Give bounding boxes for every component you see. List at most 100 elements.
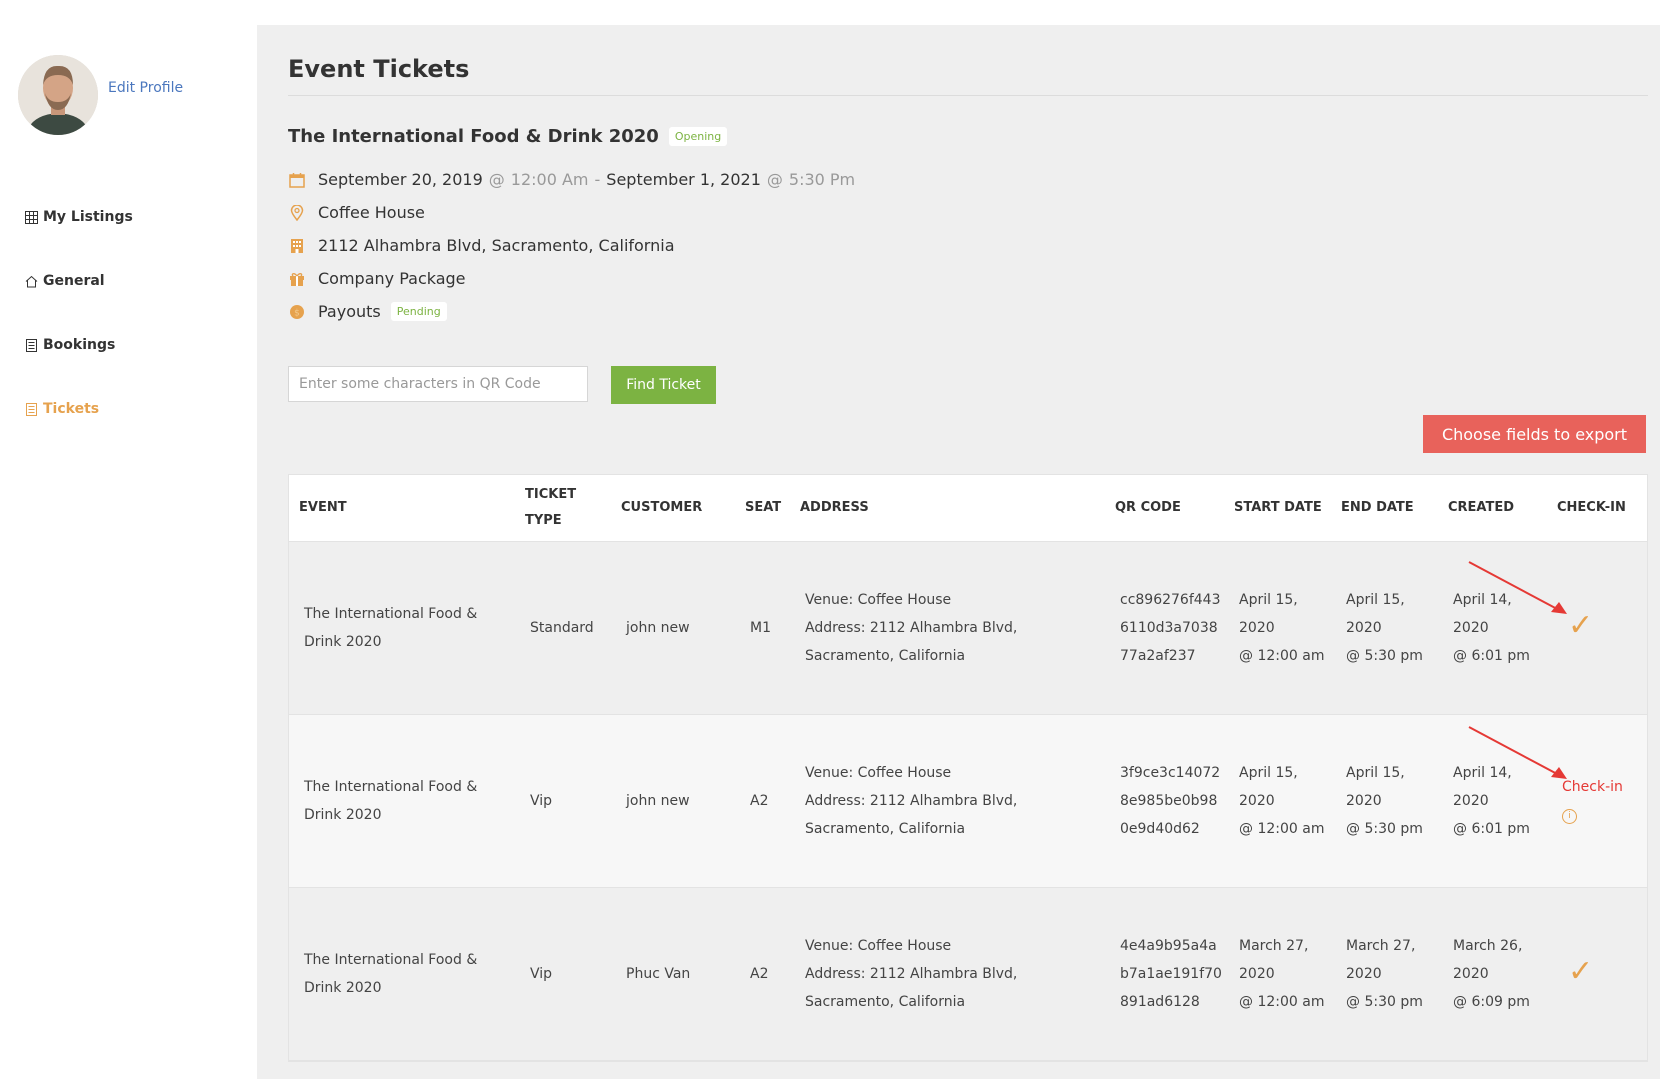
- qr-code-cell: 4e4a9b95a4ab7a1ae191f70891ad6128: [1120, 938, 1222, 1010]
- checkmark-icon: ✓: [1568, 607, 1594, 643]
- address-line: Address: 2112 Alhambra Blvd, Sacramento,…: [805, 620, 1018, 664]
- address-cell: Venue: Coffee House Address: 2112 Alhamb…: [790, 932, 1105, 1016]
- start-date-value: April 15, 2020: [1239, 592, 1298, 636]
- start-date-value: April 15, 2020: [1239, 765, 1298, 809]
- check-in-cell: ✓: [1547, 610, 1647, 645]
- end-date-value: March 27, 2020: [1346, 938, 1416, 982]
- coin-icon: $: [288, 303, 306, 321]
- event-package-row: Company Package: [288, 262, 855, 295]
- end-date-value: April 15, 2020: [1346, 592, 1405, 636]
- created-cell: April 14, 2020 @ 6:01 pm: [1438, 586, 1547, 670]
- column-header-check-in[interactable]: CHECK-IN: [1547, 495, 1647, 521]
- home-icon: [23, 273, 39, 289]
- start-date: September 20, 2019: [318, 170, 483, 189]
- sidebar-item-tickets[interactable]: Tickets: [23, 397, 133, 421]
- seat-cell: M1: [750, 620, 771, 636]
- address-cell: Venue: Coffee House Address: 2112 Alhamb…: [790, 759, 1105, 843]
- main-content: Event Tickets The International Food & D…: [257, 25, 1660, 1079]
- address-venue: Venue: Coffee House: [805, 765, 952, 781]
- sidebar-item-general[interactable]: General: [23, 269, 133, 293]
- column-header-qr-code[interactable]: QR CODE: [1105, 495, 1224, 521]
- svg-text:$: $: [294, 308, 300, 318]
- qr-code-cell: 3f9ce3c140728e985be0b980e9d40d62: [1120, 765, 1221, 837]
- event-package: Company Package: [318, 269, 466, 288]
- column-header-ticket-type[interactable]: TICKET TYPE: [515, 482, 611, 534]
- seat-cell: A2: [750, 793, 769, 809]
- event-venue-row: Coffee House: [288, 196, 855, 229]
- start-date-cell: March 27, 2020 @ 12:00 am: [1224, 932, 1331, 1016]
- column-header-start-date[interactable]: START DATE: [1224, 495, 1331, 521]
- check-in-link[interactable]: Check-in: [1562, 774, 1647, 800]
- column-header-address[interactable]: ADDRESS: [790, 495, 1105, 521]
- ticket-icon: [23, 401, 39, 417]
- payouts-status-badge: Pending: [390, 302, 447, 321]
- end-date-value: April 15, 2020: [1346, 765, 1405, 809]
- end-time-value: @ 5:30 pm: [1346, 994, 1423, 1010]
- column-header-event[interactable]: EVENT: [289, 495, 515, 521]
- customer-cell: Phuc Van: [626, 966, 691, 982]
- at-sign: @: [766, 170, 783, 189]
- customer-cell: john new: [626, 620, 690, 636]
- checkmark-icon: ✓: [1568, 953, 1594, 989]
- table-row: The International Food & Drink 2020 Vip …: [289, 888, 1647, 1061]
- event-address-row: 2112 Alhambra Blvd, Sacramento, Californ…: [288, 229, 855, 262]
- address-venue: Venue: Coffee House: [805, 938, 952, 954]
- customer-cell: john new: [626, 793, 690, 809]
- sidebar-item-bookings[interactable]: Bookings: [23, 333, 133, 357]
- info-icon[interactable]: i: [1562, 809, 1577, 824]
- end-time-value: @ 5:30 pm: [1346, 821, 1423, 837]
- table-row: The International Food & Drink 2020 Vip …: [289, 715, 1647, 888]
- ticket-type-cell: Standard: [530, 620, 594, 636]
- start-time-value: @ 12:00 am: [1239, 821, 1325, 837]
- end-date-cell: April 15, 2020 @ 5:30 pm: [1331, 586, 1438, 670]
- qr-code-cell: cc896276f4436110d3a703877a2af237: [1120, 592, 1221, 664]
- sidebar-item-my-listings[interactable]: My Listings: [23, 205, 133, 229]
- building-icon: [288, 237, 306, 255]
- qr-code-search-input[interactable]: [288, 366, 588, 402]
- address-venue: Venue: Coffee House: [805, 592, 952, 608]
- created-time-value: @ 6:01 pm: [1453, 821, 1530, 837]
- start-time: 12:00 Am: [510, 170, 589, 189]
- seat-cell: A2: [750, 966, 769, 982]
- column-header-end-date[interactable]: END DATE: [1331, 495, 1438, 521]
- edit-profile-link[interactable]: Edit Profile: [108, 80, 183, 96]
- column-header-created[interactable]: CREATED: [1438, 495, 1547, 521]
- end-date: September 1, 2021: [606, 170, 761, 189]
- payouts-label: Payouts: [318, 302, 381, 321]
- check-in-cell: ✓: [1547, 956, 1647, 991]
- sidebar-nav: My Listings General Bookings Tickets: [23, 205, 133, 461]
- sidebar-item-label: Tickets: [43, 401, 100, 417]
- sidebar-item-label: General: [43, 273, 105, 289]
- end-date-cell: April 15, 2020 @ 5:30 pm: [1331, 759, 1438, 843]
- check-in-cell: Check-in i: [1547, 774, 1647, 828]
- sidebar-item-label: Bookings: [43, 337, 116, 353]
- avatar[interactable]: [18, 55, 98, 135]
- table-header-row: EVENT TICKET TYPE CUSTOMER SEAT ADDRESS …: [289, 475, 1647, 542]
- at-sign: @: [488, 170, 505, 189]
- event-status-badge: Opening: [668, 127, 728, 146]
- column-header-customer[interactable]: CUSTOMER: [611, 495, 735, 521]
- created-time-value: @ 6:09 pm: [1453, 994, 1530, 1010]
- tickets-table: EVENT TICKET TYPE CUSTOMER SEAT ADDRESS …: [288, 474, 1648, 1062]
- event-payouts-row: $ Payouts Pending: [288, 295, 855, 328]
- event-cell: The International Food & Drink 2020: [304, 952, 478, 996]
- sidebar-item-label: My Listings: [43, 209, 133, 225]
- list-icon: [23, 337, 39, 353]
- export-fields-button[interactable]: Choose fields to export: [1423, 415, 1646, 453]
- sidebar: Edit Profile My Listings General Booking…: [0, 0, 257, 1079]
- event-cell: The International Food & Drink 2020: [304, 779, 478, 823]
- event-title: The International Food & Drink 2020: [288, 126, 659, 147]
- column-header-seat[interactable]: SEAT: [735, 495, 790, 521]
- created-date-value: April 14, 2020: [1453, 592, 1512, 636]
- calendar-icon: [288, 171, 306, 189]
- start-date-cell: April 15, 2020 @ 12:00 am: [1224, 586, 1331, 670]
- address-line: Address: 2112 Alhambra Blvd, Sacramento,…: [805, 793, 1018, 837]
- start-time-value: @ 12:00 am: [1239, 648, 1325, 664]
- find-ticket-button[interactable]: Find Ticket: [611, 366, 716, 404]
- event-info-list: September 20, 2019 @ 12:00 Am - Septembe…: [288, 163, 855, 328]
- start-date-cell: April 15, 2020 @ 12:00 am: [1224, 759, 1331, 843]
- start-date-value: March 27, 2020: [1239, 938, 1309, 982]
- avatar-image: [18, 55, 98, 135]
- date-separator: -: [594, 170, 601, 189]
- ticket-type-cell: Vip: [530, 793, 553, 809]
